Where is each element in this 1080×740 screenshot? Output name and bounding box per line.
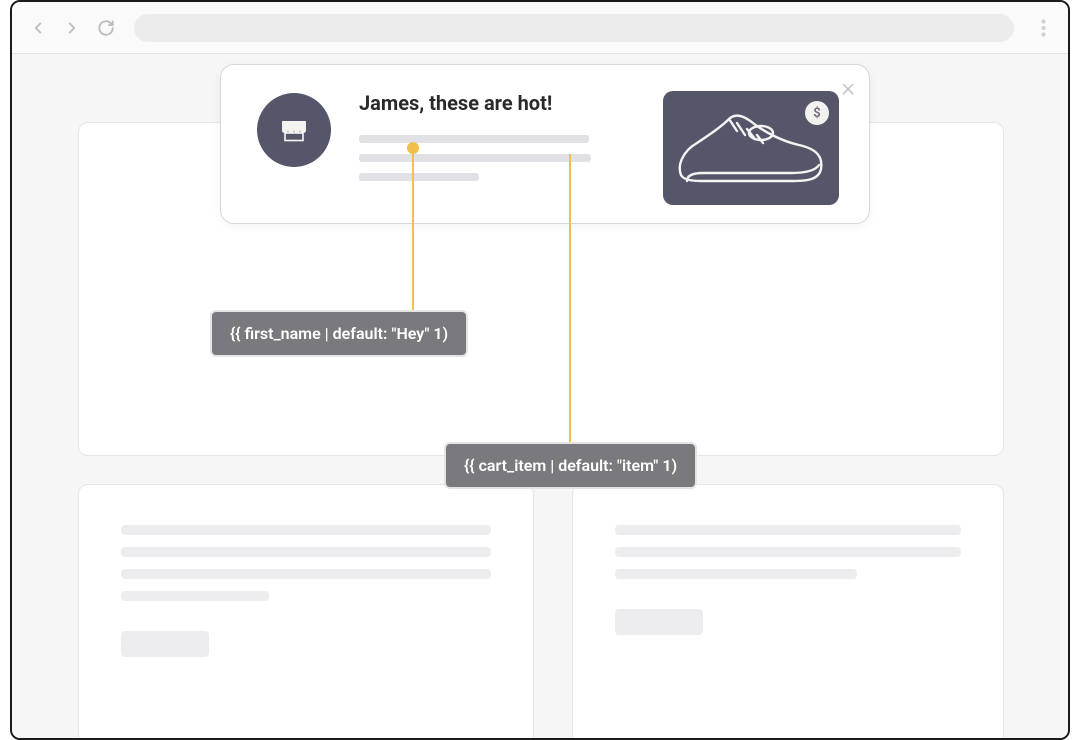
page-viewport: × James, these are hot! $	[12, 54, 1068, 738]
reload-button[interactable]	[94, 16, 118, 40]
address-bar[interactable]	[134, 14, 1014, 42]
price-badge: $	[805, 101, 829, 125]
store-avatar	[257, 93, 331, 167]
skeleton-line	[121, 591, 269, 601]
skeleton-line	[615, 547, 961, 557]
connector-line	[412, 148, 414, 310]
connector-line	[569, 154, 571, 442]
skeleton-line	[359, 135, 589, 143]
popup-title: James, these are hot!	[359, 91, 635, 115]
annotation-cart-item: {{ cart_item | default: "item" 1)	[444, 442, 697, 489]
annotation-first-name: {{ first_name | default: "Hey" 1)	[210, 310, 468, 357]
close-icon[interactable]: ×	[841, 75, 855, 101]
content-card-left	[78, 484, 534, 738]
skeleton-line	[615, 569, 857, 579]
notification-popup: × James, these are hot! $	[220, 64, 870, 224]
skeleton-line	[615, 525, 961, 535]
browser-menu-button[interactable]	[1032, 16, 1054, 40]
forward-button[interactable]	[60, 16, 84, 40]
skeleton-line	[121, 547, 491, 557]
popup-body: James, these are hot!	[359, 89, 635, 192]
back-button[interactable]	[26, 16, 50, 40]
skeleton-line	[121, 525, 491, 535]
popup-text-skeleton	[359, 135, 635, 181]
browser-toolbar	[12, 2, 1068, 54]
skeleton-line	[121, 569, 491, 579]
skeleton-line	[359, 154, 591, 162]
dollar-icon: $	[813, 106, 820, 121]
browser-frame: × James, these are hot! $	[10, 0, 1070, 740]
skeleton-line	[359, 173, 479, 181]
product-thumbnail[interactable]: $	[663, 91, 839, 205]
storefront-icon	[276, 112, 312, 148]
skeleton-button	[121, 631, 209, 657]
content-card-right	[572, 484, 1004, 738]
skeleton-button	[615, 609, 703, 635]
